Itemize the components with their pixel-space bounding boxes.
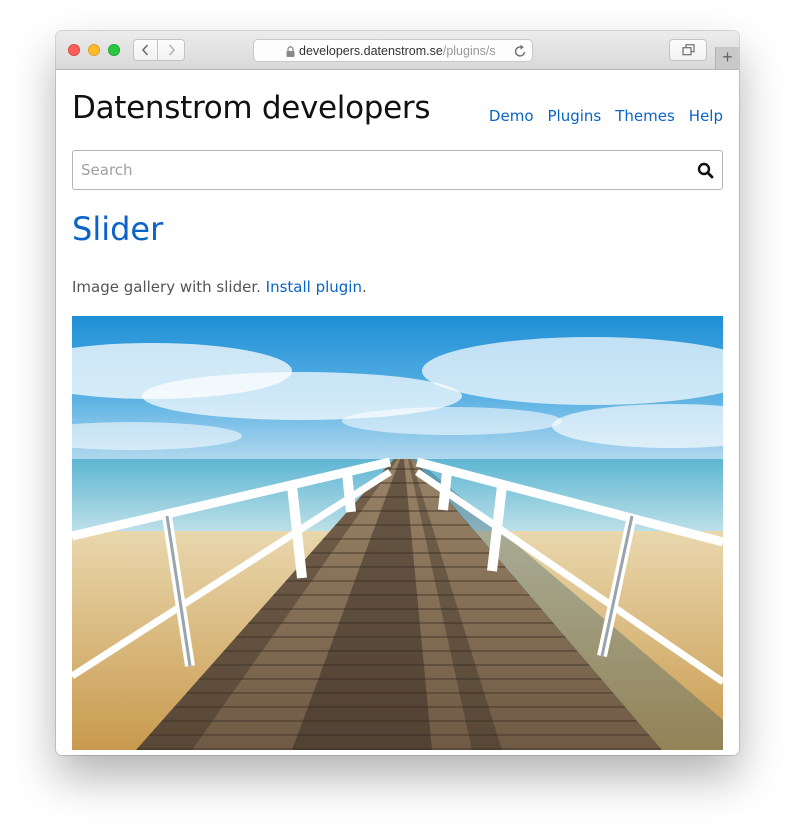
chevron-right-icon [168, 44, 175, 56]
search-icon [697, 162, 714, 179]
reload-icon[interactable] [514, 44, 527, 61]
nav-link-themes[interactable]: Themes [615, 107, 675, 125]
nav-link-plugins[interactable]: Plugins [548, 107, 602, 125]
url-text: developers.datenstrom.se/plugins/s [299, 44, 504, 58]
page-description: Image gallery with slider. Install plugi… [72, 278, 367, 296]
tabs-overview-icon [681, 44, 695, 56]
description-period: . [362, 278, 367, 296]
url-host: developers.datenstrom.se [299, 44, 443, 58]
forward-button[interactable] [158, 39, 185, 61]
back-button[interactable] [133, 39, 158, 61]
lock-icon [286, 46, 295, 60]
minimize-window-button[interactable] [88, 44, 100, 56]
browser-toolbar: developers.datenstrom.se/plugins/s + [56, 31, 739, 70]
search-button[interactable] [697, 162, 714, 179]
url-path: /plugins/s [442, 44, 496, 58]
page-content: Datenstrom developers Demo Plugins Theme… [56, 70, 739, 755]
show-tabs-button[interactable] [669, 39, 707, 61]
close-window-button[interactable] [68, 44, 80, 56]
history-buttons [133, 39, 185, 61]
search-input[interactable] [73, 151, 673, 189]
browser-window: developers.datenstrom.se/plugins/s + Dat… [56, 31, 739, 755]
pier-photo [72, 316, 723, 750]
page-title: Slider [72, 210, 164, 248]
plus-icon: + [722, 47, 733, 67]
search-box [72, 150, 723, 190]
zoom-window-button[interactable] [108, 44, 120, 56]
site-navigation: Demo Plugins Themes Help [489, 107, 723, 125]
chevron-left-icon [141, 44, 149, 56]
install-plugin-link[interactable]: Install plugin [266, 278, 362, 296]
description-text: Image gallery with slider. [72, 278, 261, 296]
new-tab-button[interactable]: + [715, 47, 739, 69]
nav-link-help[interactable]: Help [689, 107, 723, 125]
nav-link-demo[interactable]: Demo [489, 107, 534, 125]
site-title[interactable]: Datenstrom developers [72, 90, 431, 126]
slider-image[interactable] [72, 316, 723, 750]
address-bar[interactable]: developers.datenstrom.se/plugins/s [253, 39, 533, 62]
